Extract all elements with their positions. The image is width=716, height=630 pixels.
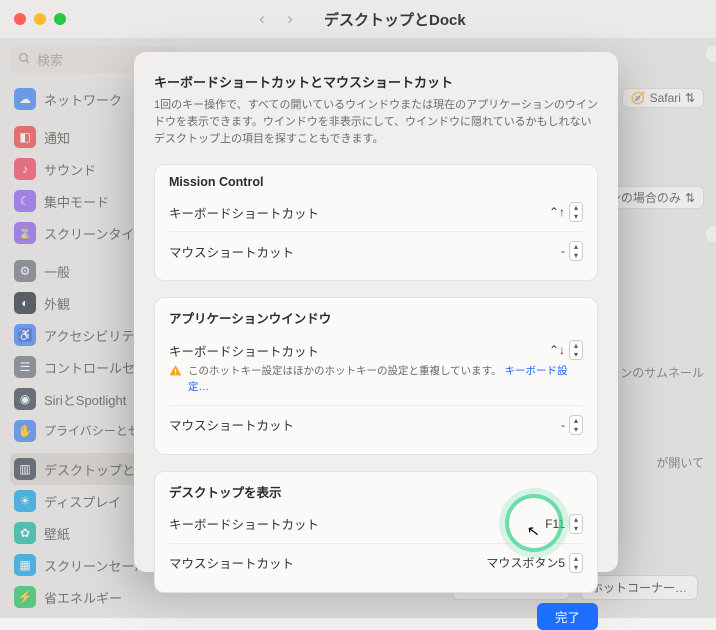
row-mouse-shortcut: マウスショートカット - ▴▾ <box>169 405 583 444</box>
value-popup[interactable]: - ▴▾ <box>561 415 583 435</box>
group-title: デスクトップを表示 <box>169 482 583 501</box>
forward-button: › <box>280 9 300 29</box>
done-button[interactable]: 完了 <box>537 603 598 630</box>
warning-icon <box>169 364 182 396</box>
group-show-desktop: デスクトップを表示 キーボードショートカット F11 ▴▾ マウスショートカット… <box>154 471 598 593</box>
value-popup[interactable]: マウスボタン5 ▴▾ <box>486 553 583 573</box>
hotkey-conflict-warning: このホットキー設定はほかのホットキーの設定と重複しています。 キーボード設定… <box>169 364 583 396</box>
titlebar: ‹ › デスクトップとDock <box>0 0 716 38</box>
stepper-icon[interactable]: ▴▾ <box>569 202 583 222</box>
back-button[interactable]: ‹ <box>252 9 272 29</box>
group-mission-control: Mission Control キーボードショートカット ⌃↑ ▴▾ マウスショ… <box>154 164 598 281</box>
sheet-description: 1回のキー操作で、すべての開いているウインドウまたは現在のアプリケーションのウイ… <box>154 97 598 148</box>
row-keyboard-shortcut: キーボードショートカット F11 ▴▾ <box>169 505 583 543</box>
zoom-icon[interactable] <box>54 13 66 25</box>
stepper-icon[interactable]: ▴▾ <box>569 241 583 261</box>
stepper-icon[interactable]: ▴▾ <box>569 340 583 360</box>
row-keyboard-shortcut: キーボードショートカット ⌃↑ ▴▾ <box>169 193 583 231</box>
shortcuts-sheet: キーボードショートカットとマウスショートカット 1回のキー操作で、すべての開いて… <box>134 52 618 572</box>
row-keyboard-shortcut: キーボードショートカット ⌃↓ ▴▾ このホットキー設定はほかのホットキーの設定… <box>169 331 583 405</box>
value-popup[interactable]: - ▴▾ <box>561 241 583 261</box>
value-popup[interactable]: ⌃↓ ▴▾ <box>549 340 583 360</box>
row-mouse-shortcut: マウスショートカット - ▴▾ <box>169 231 583 270</box>
stepper-icon[interactable]: ▴▾ <box>569 514 583 534</box>
stepper-icon[interactable]: ▴▾ <box>569 553 583 573</box>
minimize-icon[interactable] <box>34 13 46 25</box>
group-title: アプリケーションウインドウ <box>169 308 583 327</box>
group-title: Mission Control <box>169 175 583 189</box>
page-title: デスクトップとDock <box>324 9 466 30</box>
value-popup[interactable]: F11 ▴▾ <box>545 514 583 534</box>
group-app-windows: アプリケーションウインドウ キーボードショートカット ⌃↓ ▴▾ このホットキー… <box>154 297 598 455</box>
close-icon[interactable] <box>14 13 26 25</box>
row-mouse-shortcut: マウスショートカット マウスボタン5 ▴▾ <box>169 543 583 582</box>
value-popup[interactable]: ⌃↑ ▴▾ <box>549 202 583 222</box>
traffic-lights <box>14 13 66 25</box>
sheet-heading: キーボードショートカットとマウスショートカット <box>154 72 598 91</box>
stepper-icon[interactable]: ▴▾ <box>569 415 583 435</box>
